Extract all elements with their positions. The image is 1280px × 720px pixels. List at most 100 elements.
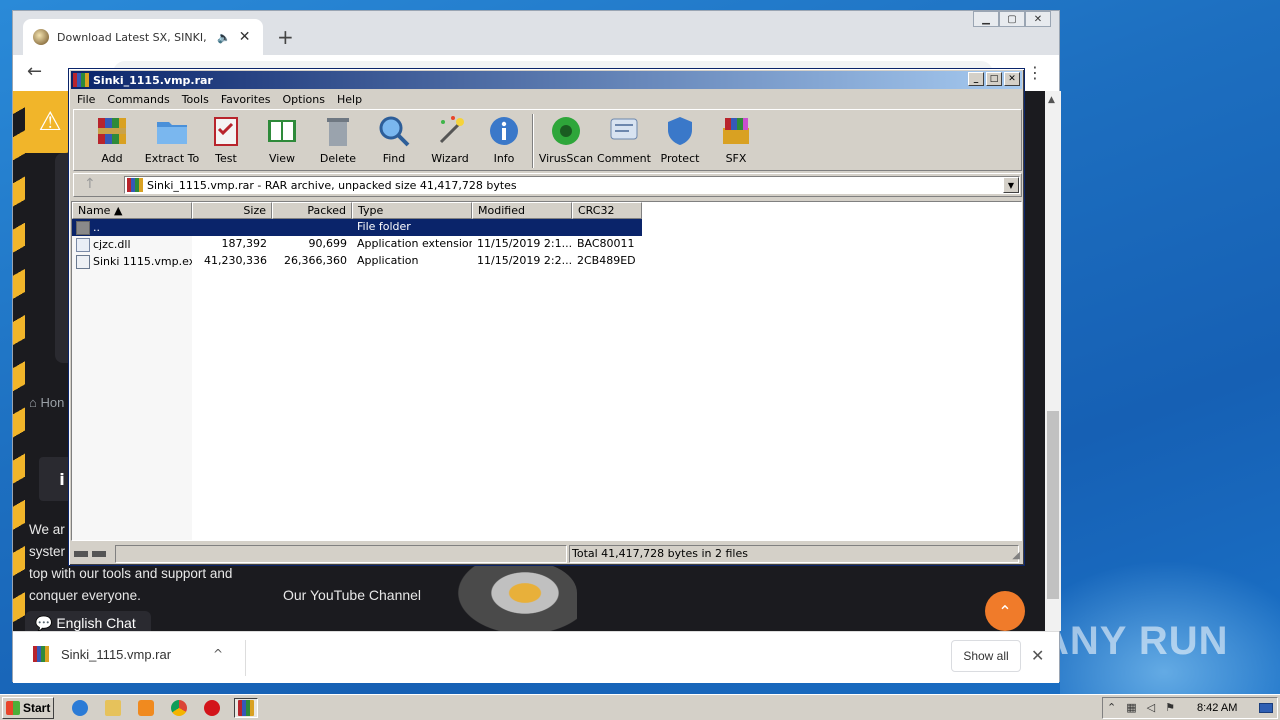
status-total: Total 41,417,728 bytes in 2 files [569, 545, 1019, 563]
minimize-button[interactable]: ▁ [973, 11, 999, 27]
comment-button[interactable]: Comment [596, 114, 652, 170]
column-size[interactable]: Size [192, 202, 272, 219]
table-row[interactable]: cjzc.dll 187,392 90,699 Application exte… [72, 236, 642, 253]
winrar-title-bar[interactable]: Sinki_1115.vmp.rar _ □ ✕ [71, 71, 1022, 89]
english-chat-button[interactable]: 💬 English Chat [25, 611, 151, 631]
close-window-button[interactable]: ✕ [1025, 11, 1051, 27]
browser-tab[interactable]: Download Latest SX, SINKI, C4... 🔈 ✕ [23, 19, 263, 55]
page-scrollbar[interactable]: ▲ [1045, 91, 1061, 631]
close-download-bar-button[interactable]: ✕ [1031, 646, 1044, 665]
chrome-menu-button[interactable]: ⋮ [1027, 63, 1043, 82]
chrome-taskbar-icon[interactable] [167, 698, 191, 718]
sfx-button[interactable]: SFX [708, 114, 764, 170]
row-type: Application extension [357, 237, 472, 250]
menu-help[interactable]: Help [331, 93, 368, 106]
column-modified[interactable]: Modified [472, 202, 572, 219]
start-label: Start [23, 701, 51, 715]
youtube-channel-label[interactable]: Our YouTube Channel [283, 587, 421, 603]
add-button[interactable]: Add [84, 114, 140, 170]
status-icons [71, 545, 113, 563]
column-type[interactable]: Type [352, 202, 472, 219]
speaker-icon[interactable]: 🔈 [217, 31, 231, 44]
menu-commands[interactable]: Commands [101, 93, 175, 106]
view-button[interactable]: View [254, 114, 310, 170]
protect-button[interactable]: Protect [652, 114, 708, 170]
eagle-logo [447, 561, 577, 631]
hazard-stripe [13, 91, 25, 631]
comment-icon [610, 118, 638, 140]
add-label: Add [101, 152, 123, 165]
maximize-button[interactable]: ▢ [999, 11, 1025, 27]
winrar-taskbar-icon[interactable] [234, 698, 258, 718]
menu-options[interactable]: Options [277, 93, 331, 106]
column-packed[interactable]: Packed [272, 202, 352, 219]
info-button[interactable]: Info [476, 114, 532, 170]
breadcrumb[interactable]: ⌂ Hon [29, 395, 64, 410]
window-title: Sinki_1115.vmp.rar [93, 73, 213, 87]
virusscan-button[interactable]: VirusScan [538, 114, 594, 170]
delete-label: Delete [319, 152, 357, 165]
shield-icon [668, 117, 692, 145]
archive-path-field[interactable]: Sinki_1115.vmp.rar - RAR archive, unpack… [124, 176, 1020, 194]
address-bar: ↑ Sinki_1115.vmp.rar - RAR archive, unpa… [73, 173, 1022, 197]
network-icon[interactable]: ▦ [1126, 701, 1136, 714]
wizard-button[interactable]: Wizard [422, 114, 478, 170]
action-center-flag-icon[interactable]: ⚑ [1165, 701, 1175, 714]
file-list: Name ▲ Size Packed Type Modified CRC32 .… [71, 201, 1022, 541]
volume-icon[interactable]: ◁ [1147, 701, 1155, 714]
column-crc32[interactable]: CRC32 [572, 202, 642, 219]
show-hidden-icons-icon[interactable]: ⌃ [1107, 701, 1116, 714]
close-icon[interactable]: ✕ [239, 29, 251, 45]
extract-to-button[interactable]: Extract To [142, 114, 202, 170]
scrollbar-thumb[interactable] [1047, 411, 1059, 599]
ie-taskbar-icon[interactable] [68, 698, 92, 718]
resize-grip-icon[interactable]: ◢ [1012, 550, 1020, 561]
clock[interactable]: 8:42 AM [1197, 702, 1237, 714]
column-name[interactable]: Name ▲ [72, 202, 192, 219]
row-size [192, 219, 272, 236]
show-all-button[interactable]: Show all [951, 640, 1021, 672]
folder-icon [157, 122, 187, 144]
menu-tools[interactable]: Tools [176, 93, 215, 106]
drive-icon[interactable] [74, 551, 88, 557]
anyrun-watermark: ANY RUN [1040, 606, 1240, 676]
download-item[interactable]: Sinki_1115.vmp.rar ^ [33, 646, 223, 662]
menu-favorites[interactable]: Favorites [215, 93, 277, 106]
dropdown-arrow-icon[interactable]: ▼ [1003, 177, 1019, 193]
row-modified: 11/15/2019 2:1... [477, 237, 572, 250]
chevron-up-icon[interactable]: ^ [213, 647, 223, 661]
explorer-taskbar-icon[interactable] [101, 698, 125, 718]
table-row[interactable]: Sinki 1115.vmp.exe 41,230,336 26,366,360… [72, 253, 642, 270]
start-button[interactable]: Start [2, 697, 54, 719]
find-button[interactable]: Find [366, 114, 422, 170]
media-player-taskbar-icon[interactable] [134, 698, 158, 718]
close-button[interactable]: ✕ [1004, 72, 1020, 86]
test-button[interactable]: Test [198, 114, 254, 170]
scroll-to-top-button[interactable]: ⌃ [985, 591, 1025, 631]
scroll-up-arrow-icon[interactable]: ▲ [1048, 95, 1055, 105]
row-size: 187,392 [221, 237, 268, 250]
toolbar-separator [532, 114, 534, 168]
minimize-button[interactable]: _ [968, 72, 984, 86]
window-controls: ▁ ▢ ✕ [973, 11, 1051, 27]
delete-button[interactable]: Delete [310, 114, 366, 170]
row-name: cjzc.dll [93, 238, 131, 251]
opera-taskbar-icon[interactable] [200, 698, 224, 718]
exe-file-icon [76, 254, 90, 269]
maximize-button[interactable]: □ [986, 72, 1002, 86]
sfx-label: SFX [725, 152, 747, 165]
tab-title: Download Latest SX, SINKI, C4... [57, 30, 209, 44]
download-bar: Sinki_1115.vmp.rar ^ Show all ✕ [13, 631, 1059, 683]
new-tab-button[interactable]: + [277, 25, 294, 49]
show-desktop-icon[interactable] [1259, 703, 1273, 713]
row-size: 41,230,336 [204, 254, 267, 267]
row-type: Application [357, 254, 419, 267]
back-button[interactable]: ← [27, 61, 42, 82]
key-icon[interactable] [92, 551, 106, 557]
up-arrow-icon[interactable]: ↑ [84, 176, 96, 192]
table-row[interactable]: .. File folder [72, 219, 642, 236]
status-bar: Total 41,417,728 bytes in 2 files ◢ [71, 545, 1022, 563]
row-modified [472, 219, 572, 236]
menu-file[interactable]: File [71, 93, 101, 106]
info-icon [490, 117, 518, 145]
